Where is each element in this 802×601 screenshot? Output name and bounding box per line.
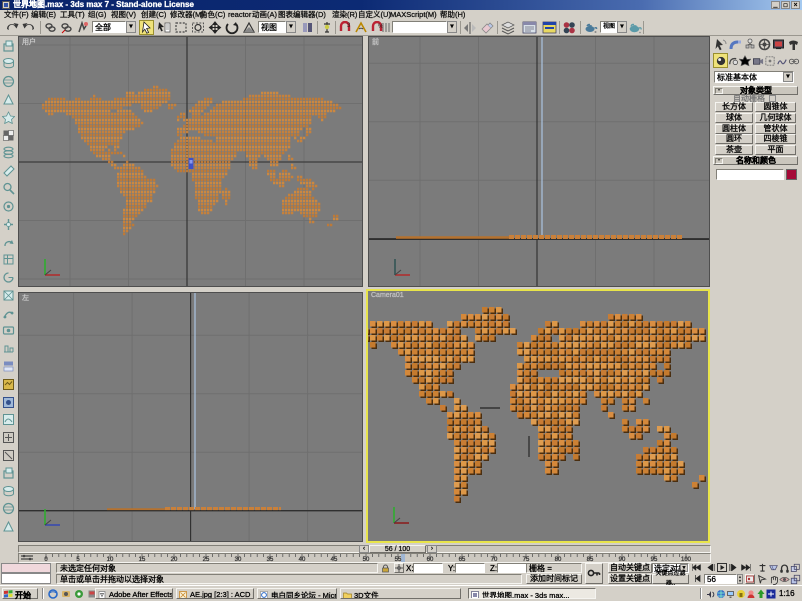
svg-text:3: 3	[347, 23, 351, 29]
